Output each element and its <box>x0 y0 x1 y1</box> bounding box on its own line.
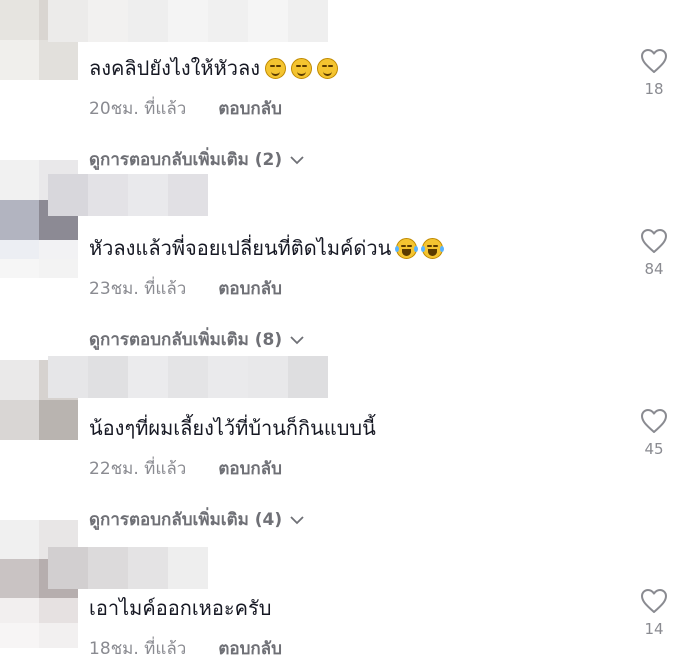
like-button[interactable]: 45 <box>638 408 670 458</box>
like-button[interactable]: 18 <box>638 48 670 98</box>
comment-body: เอาไมค์ออกเหอะครับ <box>89 596 272 620</box>
like-button[interactable]: 14 <box>638 588 670 638</box>
comment-timestamp: 23ชม. ที่แล้ว <box>89 279 187 299</box>
view-replies-label: ดูการตอบกลับเพิ่มเติม (8) <box>89 330 283 350</box>
reply-button[interactable]: ตอบกลับ <box>218 275 282 302</box>
like-button[interactable]: 84 <box>638 228 670 278</box>
comment-meta: 20ชม. ที่แล้ว ตอบกลับ <box>89 95 282 122</box>
comment-text: ลงคลิปยังไงให้หัวลง <box>89 55 339 81</box>
smirk-emoji <box>291 58 313 79</box>
smirk-emoji <box>265 58 287 79</box>
username-blurred[interactable] <box>48 547 208 589</box>
view-more-replies-button[interactable]: ดูการตอบกลับเพิ่มเติม (2) <box>89 146 304 173</box>
comment-text: น้องๆที่ผมเลี้ยงไว้ที่บ้านก็กินแบบนี้ <box>89 415 376 441</box>
chevron-down-icon <box>290 155 304 164</box>
comment-meta: 18ชม. ที่แล้ว ตอบกลับ <box>89 635 282 662</box>
chevron-down-icon <box>290 515 304 524</box>
comment-section: ลงคลิปยังไงให้หัวลง 20ชม. ที่แล้ว ตอบกลั… <box>0 0 677 668</box>
username-blurred[interactable] <box>48 356 328 398</box>
heart-icon <box>641 229 667 253</box>
view-replies-label: ดูการตอบกลับเพิ่มเติม (4) <box>89 510 283 530</box>
view-more-replies-button[interactable]: ดูการตอบกลับเพิ่มเติม (4) <box>89 506 304 533</box>
comment-timestamp: 22ชม. ที่แล้ว <box>89 459 187 479</box>
like-count: 18 <box>644 80 664 98</box>
like-count: 45 <box>644 440 664 458</box>
tears-of-joy-emoji <box>421 238 445 259</box>
comment-meta: 23ชม. ที่แล้ว ตอบกลับ <box>89 275 282 302</box>
comment-text: หัวลงแล้วพี่จอยเปลี่ยนที่ติดไมค์ด่วน <box>89 235 445 261</box>
comment-meta: 22ชม. ที่แล้ว ตอบกลับ <box>89 455 282 482</box>
username-blurred[interactable] <box>48 0 328 42</box>
heart-icon <box>641 589 667 613</box>
comment-body: น้องๆที่ผมเลี้ยงไว้ที่บ้านก็กินแบบนี้ <box>89 416 376 440</box>
tears-of-joy-emoji <box>395 238 419 259</box>
reply-button[interactable]: ตอบกลับ <box>218 455 282 482</box>
comment-timestamp: 20ชม. ที่แล้ว <box>89 99 187 119</box>
comment-text: เอาไมค์ออกเหอะครับ <box>89 595 271 621</box>
heart-icon <box>641 49 667 73</box>
avatar-lower <box>0 598 78 648</box>
heart-icon <box>641 409 667 433</box>
smirk-emoji <box>317 58 339 79</box>
reply-button[interactable]: ตอบกลับ <box>218 635 282 662</box>
username-blurred[interactable] <box>48 174 208 216</box>
comment-timestamp: 18ชม. ที่แล้ว <box>89 639 187 659</box>
reply-button[interactable]: ตอบกลับ <box>218 95 282 122</box>
like-count: 84 <box>644 260 664 278</box>
chevron-down-icon <box>290 335 304 344</box>
comment-body: ลงคลิปยังไงให้หัวลง <box>89 56 261 80</box>
comment-body: หัวลงแล้วพี่จอยเปลี่ยนที่ติดไมค์ด่วน <box>89 236 392 260</box>
like-count: 14 <box>644 620 664 638</box>
view-replies-label: ดูการตอบกลับเพิ่มเติม (2) <box>89 150 283 170</box>
view-more-replies-button[interactable]: ดูการตอบกลับเพิ่มเติม (8) <box>89 326 304 353</box>
avatar-lower <box>0 240 78 278</box>
